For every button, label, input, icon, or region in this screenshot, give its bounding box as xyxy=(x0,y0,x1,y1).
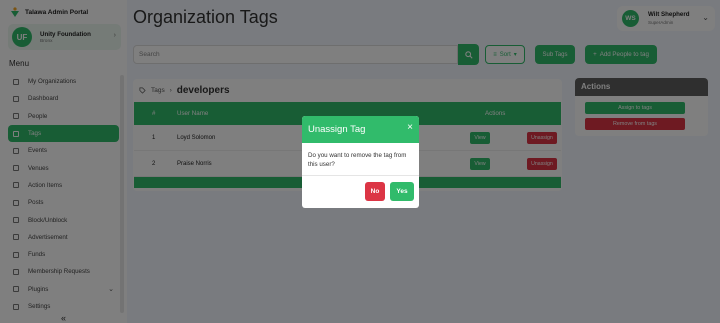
modal-divider xyxy=(302,175,419,176)
modal-header: Unassign Tag × xyxy=(302,116,419,143)
no-button[interactable]: No xyxy=(365,182,385,201)
close-icon[interactable]: × xyxy=(407,123,413,133)
unassign-tag-modal: Unassign Tag × Do you want to remove the… xyxy=(302,116,419,208)
modal-message: Do you want to remove the tag from this … xyxy=(308,152,407,168)
yes-button[interactable]: Yes xyxy=(390,182,414,201)
modal-title: Unassign Tag xyxy=(308,124,366,135)
